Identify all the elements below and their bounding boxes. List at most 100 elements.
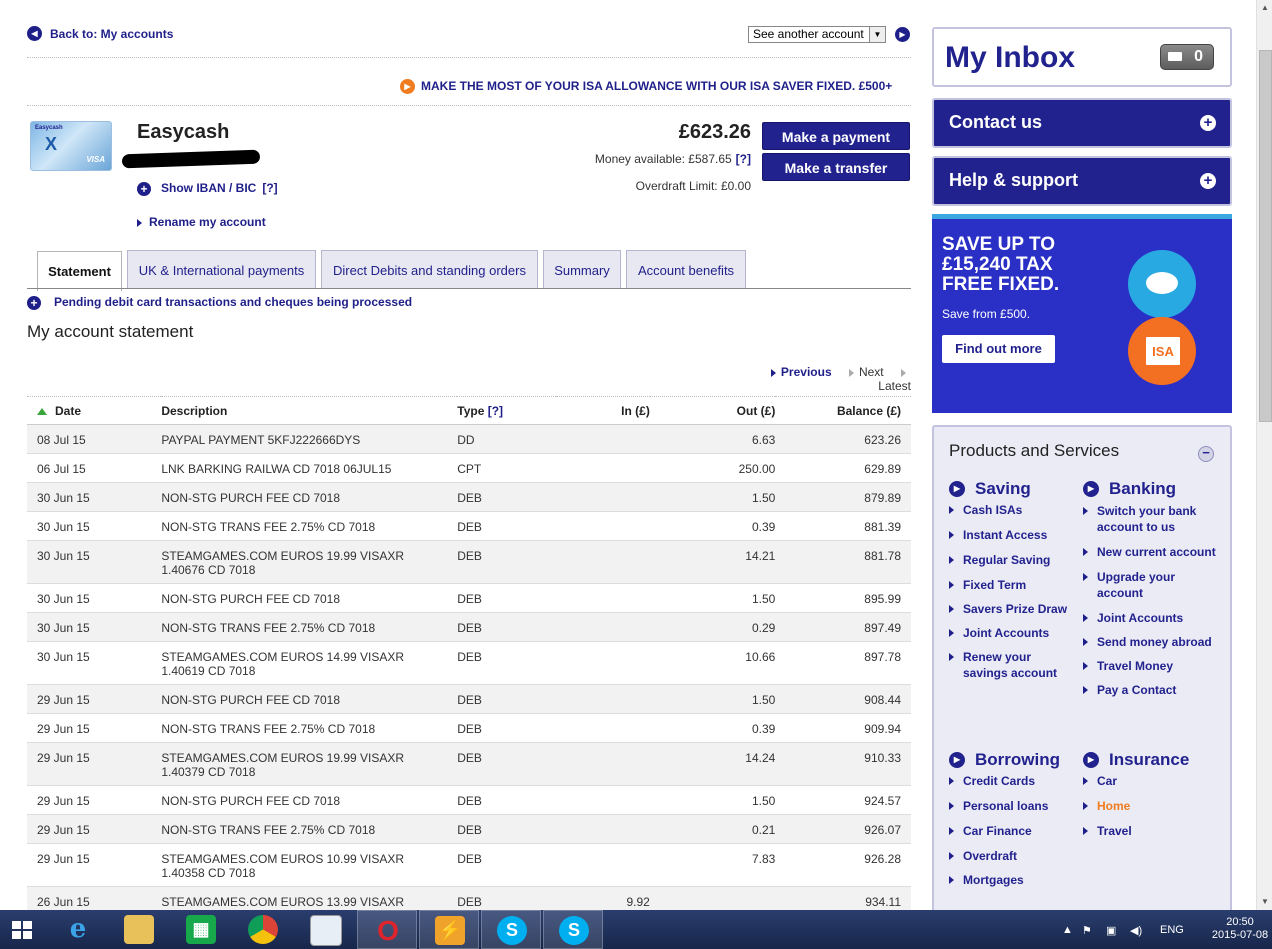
chevron-right-icon: ▶ <box>1083 751 1099 768</box>
saving-link-fixed-term[interactable]: Fixed Term <box>949 577 1074 593</box>
skype-icon: S <box>497 916 527 945</box>
show-iban-link[interactable]: + Show IBAN / BIC [?] <box>137 181 278 196</box>
cell-out: 10.66 <box>649 641 776 685</box>
borrowing-link-mortgages[interactable]: Mortgages <box>949 872 1074 888</box>
saving-link-savers-prize-draw[interactable]: Savers Prize Draw <box>949 601 1074 617</box>
network-icon[interactable]: ▣ <box>1106 924 1116 937</box>
iban-help-link[interactable]: [?] <box>262 181 277 195</box>
taskbar-explorer[interactable] <box>109 910 169 949</box>
back-to-accounts-link[interactable]: ◀ Back to: My accounts <box>27 26 174 42</box>
type-help-link[interactable]: [?] <box>488 404 503 418</box>
taskbar-skype-2[interactable]: S <box>543 910 603 949</box>
pager-previous[interactable]: Previous <box>770 365 832 379</box>
saving-link-joint-accounts[interactable]: Joint Accounts <box>949 625 1074 641</box>
statement-table: Date Description Type [?] In (£) Out (£)… <box>27 396 911 910</box>
chevron-up-icon[interactable]: ▲ <box>1062 924 1073 936</box>
collapse-minus-icon[interactable]: − <box>1198 446 1214 462</box>
money-available-text: Money available: £587.65 <box>594 152 732 166</box>
windows-logo-icon <box>12 921 32 939</box>
banking-link-upgrade-your-account[interactable]: Upgrade your account <box>1083 569 1218 601</box>
banking-link-pay-a-contact[interactable]: Pay a Contact <box>1083 682 1218 698</box>
saving-heading[interactable]: ▶ Saving <box>949 476 1074 502</box>
saving-link-renew-your-savings-account[interactable]: Renew your savings account <box>949 649 1074 681</box>
taskbar-winamp[interactable]: ⚡ <box>419 910 479 949</box>
insurance-link-home[interactable]: Home <box>1083 798 1218 814</box>
col-date[interactable]: Date <box>27 396 162 425</box>
borrowing-link-car-finance[interactable]: Car Finance <box>949 823 1074 839</box>
cell-balance: 924.57 <box>775 785 911 815</box>
cell-in <box>556 713 650 743</box>
banking-heading[interactable]: ▶ Banking <box>1083 476 1218 502</box>
cell-type: CPT <box>457 453 557 483</box>
help-support-panel[interactable]: Help & support + <box>932 156 1232 206</box>
cell-in <box>556 583 650 613</box>
borrowing-link-credit-cards[interactable]: Credit Cards <box>949 773 1074 789</box>
make-transfer-button[interactable]: Make a transfer <box>762 153 910 181</box>
triangle-right-icon <box>949 827 954 835</box>
taskbar-skype-1[interactable]: S <box>481 910 541 949</box>
pager-latest[interactable]: Latest <box>878 365 911 393</box>
borrowing-heading[interactable]: ▶ Borrowing <box>949 747 1074 773</box>
flag-icon[interactable]: ⚑ <box>1082 924 1092 937</box>
borrowing-links: Credit Cards Personal loans Car Finance Ove… <box>949 773 1074 888</box>
cell-out-text: 10.66 <box>745 650 776 664</box>
go-button-chevron-right-icon[interactable]: ▶ <box>895 27 910 42</box>
taskbar-chrome[interactable] <box>233 910 293 949</box>
tab-summary[interactable]: Summary <box>543 250 621 288</box>
back-label: Back to: My accounts <box>50 26 174 41</box>
start-button[interactable] <box>0 910 42 949</box>
see-another-account-select[interactable]: See another account ▼ <box>748 26 886 43</box>
cell-date-text: 30 Jun 15 <box>37 592 90 606</box>
banking-link-send-money-abroad[interactable]: Send money abroad <box>1083 634 1218 650</box>
insurance-heading[interactable]: ▶ Insurance <box>1083 747 1218 773</box>
taskbar-app[interactable] <box>295 910 355 949</box>
clock[interactable]: 20:50 2015-07-08 <box>1210 916 1270 942</box>
banking-link-switch-your-bank-account-to-us[interactable]: Switch your bank account to us <box>1083 503 1218 535</box>
cell-description-text: STEAMGAMES.COM EUROS 13.99 VISAXR <box>161 895 405 909</box>
tab-account-benefits[interactable]: Account benefits <box>626 250 746 288</box>
insurance-link-travel[interactable]: Travel <box>1083 823 1218 839</box>
taskbar-ie[interactable]: e <box>48 910 108 949</box>
taskbar-opera[interactable]: O <box>357 910 417 949</box>
borrowing-link-label: Credit Cards <box>963 774 1036 788</box>
borrowing-link-personal-loans[interactable]: Personal loans <box>949 798 1074 814</box>
tab-statement[interactable]: Statement <box>37 251 122 291</box>
banking-link-label: Upgrade your account <box>1097 570 1176 600</box>
isa-promo-link[interactable]: ▶ MAKE THE MOST OF YOUR ISA ALLOWANCE WIT… <box>400 79 892 95</box>
scroll-down-icon[interactable]: ▼ <box>1257 894 1272 910</box>
saving-link-label: Instant Access <box>963 528 1048 542</box>
volume-icon[interactable]: ◀) <box>1130 924 1142 937</box>
contact-us-panel[interactable]: Contact us + <box>932 98 1232 148</box>
pending-transactions-link[interactable]: + Pending debit card transactions and che… <box>27 295 412 310</box>
saving-link-instant-access[interactable]: Instant Access <box>949 527 1074 543</box>
banking-link-joint-accounts[interactable]: Joint Accounts <box>1083 610 1218 626</box>
cell-type-text: DEB <box>457 549 482 563</box>
money-help-link[interactable]: [?] <box>736 152 751 166</box>
insurance-link-car[interactable]: Car <box>1083 773 1218 789</box>
banking-link-new-current-account[interactable]: New current account <box>1083 544 1218 560</box>
saving-link-label: Savers Prize Draw <box>963 602 1068 616</box>
scroll-up-icon[interactable]: ▲ <box>1257 0 1272 16</box>
chrome-icon <box>248 915 278 944</box>
rename-account-link[interactable]: Rename my account <box>137 215 266 229</box>
tab-uk-international-payments[interactable]: UK & International payments <box>127 250 316 288</box>
saving-link-cash-isas[interactable]: Cash ISAs <box>949 502 1074 518</box>
banking-link-travel-money[interactable]: Travel Money <box>1083 658 1218 674</box>
page-scrollbar[interactable]: ▲ ▼ <box>1256 0 1272 910</box>
scrollbar-thumb[interactable] <box>1259 50 1272 422</box>
tab-direct-debits[interactable]: Direct Debits and standing orders <box>321 250 538 288</box>
cell-balance: 629.89 <box>775 453 911 483</box>
table-header-row: Date Description Type [?] In (£) Out (£)… <box>27 396 911 425</box>
taskbar-store[interactable]: ▦ <box>171 910 231 949</box>
cell-balance-text: 909.94 <box>864 722 901 736</box>
make-payment-button[interactable]: Make a payment <box>762 122 910 150</box>
input-language[interactable]: ENG <box>1160 924 1184 936</box>
col-type: Type [?] <box>457 396 557 425</box>
cell-balance-text: 881.39 <box>864 520 901 534</box>
my-inbox-panel[interactable]: My Inbox 0 <box>932 27 1232 87</box>
saving-link-regular-saving[interactable]: Regular Saving <box>949 552 1074 568</box>
borrowing-link-overdraft[interactable]: Overdraft <box>949 848 1074 864</box>
cell-in <box>556 612 650 642</box>
find-out-more-button[interactable]: Find out more <box>942 335 1055 363</box>
pager-next[interactable]: Next <box>848 365 884 379</box>
